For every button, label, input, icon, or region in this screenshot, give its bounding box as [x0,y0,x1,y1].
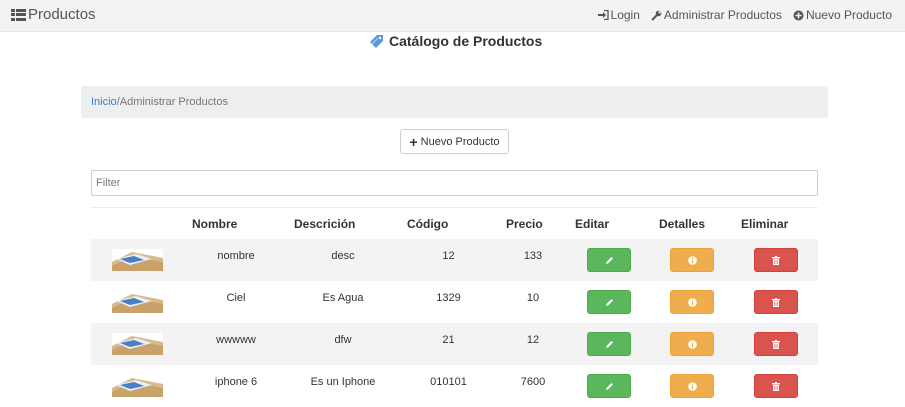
info-icon [687,381,697,391]
page-title-text: Catálogo de Productos [389,33,543,49]
header-editar: Editar [575,217,610,231]
cell-precio: 133 [523,250,543,262]
nav-login[interactable]: Login [597,8,640,22]
info-icon [687,297,697,307]
nav-login-label: Login [610,8,640,22]
filter-input[interactable] [91,170,818,196]
table-row: Ciel Es Agua 1329 10 [91,281,818,323]
product-thumbnail [112,333,163,355]
cell-descripcion: desc [331,250,355,262]
pencil-icon [605,382,613,390]
trash-icon [772,381,780,391]
cell-precio: 12 [526,334,540,346]
details-button[interactable] [670,374,714,398]
delete-button[interactable] [754,332,798,356]
new-product-button[interactable]: + Nuevo Producto [400,129,509,154]
pencil-icon [605,298,613,306]
cell-codigo: 21 [442,334,455,346]
brand-link[interactable]: Productos [11,6,96,23]
product-thumbnail [112,375,163,397]
breadcrumb-home[interactable]: Inicio [91,96,117,108]
table-row: iphone 6 Es un Iphone 010101 7600 [91,365,818,407]
cell-descripcion: Es un Iphone [310,376,376,388]
delete-button[interactable] [754,248,798,272]
header-detalles: Detalles [659,217,706,231]
cell-precio: 7600 [520,376,546,388]
details-button[interactable] [670,290,714,314]
nav-new-label: Nuevo Producto [805,8,892,22]
table-body: nombre desc 12 133 Ciel Es Agua 1329 10 … [91,239,818,407]
new-product-label: Nuevo Producto [420,135,500,148]
trash-icon [772,255,780,265]
breadcrumb: Inicio/Administrar Productos [81,86,828,118]
table-header: Nombre Descrición Código Precio Editar D… [91,207,818,239]
edit-button[interactable] [587,248,631,272]
edit-button[interactable] [587,374,631,398]
info-icon [687,339,697,349]
header-descripcion: Descrición [294,217,356,231]
product-thumbnail [112,291,163,313]
page-title: Catálogo de Productos [369,33,542,49]
product-thumbnail [112,249,163,271]
cell-codigo: 1329 [436,292,461,304]
delete-button[interactable] [754,290,798,314]
cell-nombre: Ciel [226,292,246,304]
navbar: Productos Login Administrar Productos Nu… [0,0,905,32]
login-icon [597,10,609,20]
nav-admin-products[interactable]: Administrar Productos [651,8,782,22]
nav-links: Login Administrar Productos Nuevo Produc… [587,8,892,22]
nav-new-product[interactable]: Nuevo Producto [793,8,892,22]
breadcrumb-current: Administrar Productos [119,96,228,108]
tag-icon [370,34,383,48]
header-precio: Precio [506,217,543,231]
header-codigo: Código [407,217,449,231]
trash-icon [772,297,780,307]
cell-nombre: iphone 6 [214,376,258,388]
products-table: Nombre Descrición Código Precio Editar D… [91,207,818,407]
nav-admin-label: Administrar Productos [663,8,782,22]
delete-button[interactable] [754,374,798,398]
cell-nombre: wwwww [216,334,256,346]
cell-precio: 10 [526,292,540,304]
wrench-icon [651,10,662,21]
list-icon [11,8,26,21]
edit-button[interactable] [587,332,631,356]
table-row: wwwww dfw 21 12 [91,323,818,365]
plus-circle-icon [793,10,804,20]
header-nombre: Nombre [192,217,238,231]
details-button[interactable] [670,332,714,356]
pencil-icon [605,340,613,348]
cell-nombre: nombre [217,250,255,262]
plus-icon: + [409,133,418,150]
trash-icon [772,339,780,349]
cell-codigo: 12 [442,250,455,262]
details-button[interactable] [670,248,714,272]
cell-descripcion: dfw [334,334,352,346]
cell-descripcion: Es Agua [322,292,364,304]
cell-codigo: 010101 [430,376,467,388]
edit-button[interactable] [587,290,631,314]
brand-label: Productos [28,6,96,23]
table-row: nombre desc 12 133 [91,239,818,281]
info-icon [687,255,697,265]
header-eliminar: Eliminar [741,217,789,231]
pencil-icon [605,256,613,264]
